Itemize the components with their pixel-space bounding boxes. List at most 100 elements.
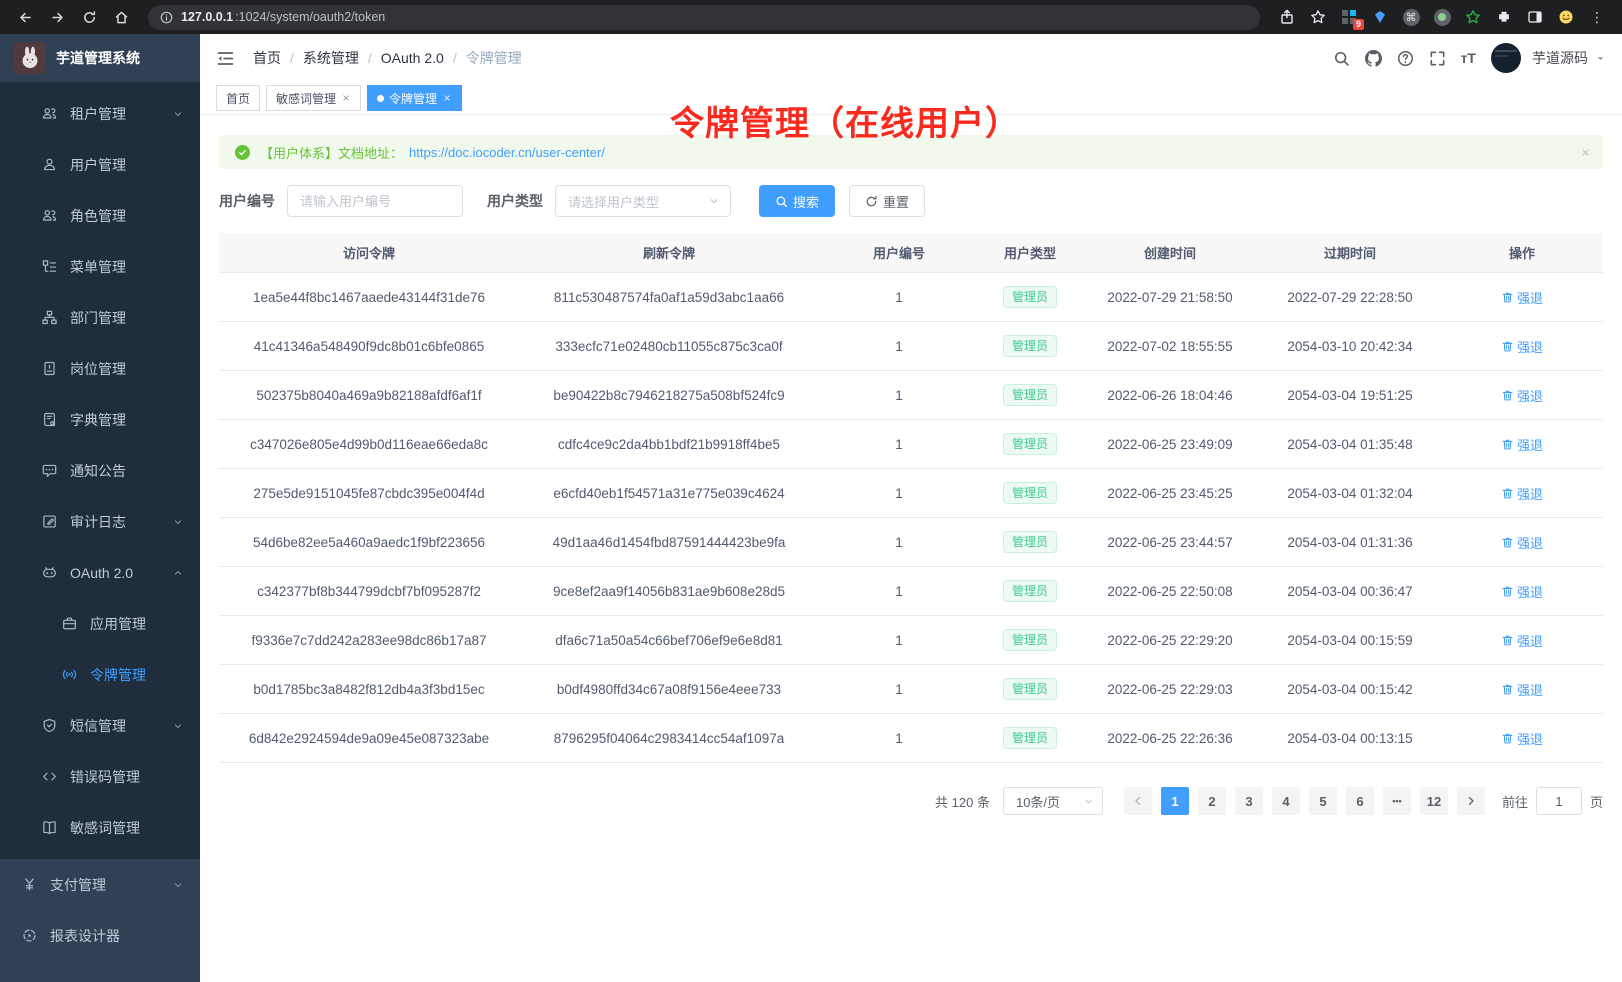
reset-button[interactable]: 重置 [849,185,925,217]
extension-badge: 9 [1353,19,1364,30]
goto-page-input[interactable] [1536,787,1582,815]
more-pages-button[interactable]: ••• [1383,787,1411,815]
share-icon[interactable] [1278,8,1296,26]
tab-敏感词管理[interactable]: 敏感词管理 [266,85,361,111]
table-row: f9336e7c7dd242a283ee98dc86b17a87dfa6c71a… [219,616,1603,665]
page-size-select[interactable]: 10条/页 [1003,787,1103,815]
created-at-cell: 2022-06-25 23:44:57 [1081,535,1259,550]
force-logout-button[interactable]: 强退 [1501,582,1543,601]
font-size-icon[interactable]: тT [1461,50,1476,66]
access-token-cell: b0d1785bc3a8482f812db4a3f3bd15ec [219,682,519,697]
github-icon[interactable] [1365,50,1382,67]
sidebar-item-oauth2-app[interactable]: 应用管理 [0,598,200,649]
page-button-6[interactable]: 6 [1346,787,1374,815]
extension-grid-icon[interactable]: 9 [1340,8,1358,26]
gem-extension-icon[interactable] [1371,8,1389,26]
sidebar-item-dept[interactable]: 部门管理 [0,292,200,343]
sidebar-item-notice[interactable]: 通知公告 [0,445,200,496]
page-button-4[interactable]: 4 [1272,787,1300,815]
site-info-icon[interactable] [160,11,173,24]
page-button-5[interactable]: 5 [1309,787,1337,815]
user-type-cell: 管理员 [979,482,1081,504]
sidebar-item-menu[interactable]: 菜单管理 [0,241,200,292]
force-logout-button[interactable]: 强退 [1501,533,1543,552]
active-tab-dot [377,95,384,102]
page-button-12[interactable]: 12 [1420,787,1448,815]
fullscreen-icon[interactable] [1429,50,1446,67]
sidebar-item-user[interactable]: 用户管理 [0,139,200,190]
browser-reload-button[interactable] [76,4,102,30]
sidebar-item-sensitive-word[interactable]: 敏感词管理 [0,802,200,853]
sidebar-item-post[interactable]: 岗位管理 [0,343,200,394]
refresh-token-cell: e6cfd40eb1f54571a31e775e039c4624 [519,486,819,501]
table-row: 502375b8040a469a9b82188afdf6af1fbe90422b… [219,371,1603,420]
chev-down-icon [172,879,184,891]
user-type-badge: 管理员 [1003,335,1057,357]
tab-close-icon[interactable] [341,93,351,103]
force-logout-button[interactable]: 强退 [1501,288,1543,307]
tab-close-icon[interactable] [442,93,452,103]
user-menu-caret-icon[interactable] [1595,53,1606,64]
yen-icon [22,877,37,892]
command-extension-icon[interactable]: ⌘ [1402,8,1420,26]
browser-menu-icon[interactable]: ⋮ [1588,8,1606,26]
force-logout-button[interactable]: 强退 [1501,386,1543,405]
browser-home-button[interactable] [108,4,134,30]
puzzle-extensions-icon[interactable] [1495,8,1513,26]
breadcrumb-item[interactable]: 首页 [253,48,281,68]
sidebar-item-pay[interactable]: 支付管理 [0,859,200,910]
page-button-2[interactable]: 2 [1198,787,1226,815]
sidebar-collapse-button[interactable] [216,49,235,68]
force-logout-button[interactable]: 强退 [1501,435,1543,454]
column-header: 过期时间 [1259,243,1441,262]
user-type-select[interactable]: 请选择用户类型 [555,185,731,217]
breadcrumb-item[interactable]: OAuth 2.0 [359,50,444,66]
force-logout-button[interactable]: 强退 [1501,729,1543,748]
user-type-cell: 管理员 [979,286,1081,308]
sidebar-item-label: 令牌管理 [90,665,146,685]
user-id-cell: 1 [819,388,979,403]
sidebar-item-report-designer[interactable]: 报表设计器 [0,910,200,961]
app-logo[interactable]: 芋道管理系统 [0,34,200,82]
bookmark-star-icon[interactable] [1309,8,1327,26]
search-button[interactable]: 搜索 [759,185,835,217]
browser-back-button[interactable] [12,4,38,30]
alert-close-icon[interactable] [1580,147,1591,158]
browser-forward-button[interactable] [44,4,70,30]
force-logout-button[interactable]: 强退 [1501,631,1543,650]
force-logout-button[interactable]: 强退 [1501,484,1543,503]
expires-at-cell: 2054-03-04 00:13:15 [1259,731,1441,746]
address-bar[interactable]: 127.0.0.1 :1024/system/oauth2/token [148,5,1260,30]
profile-avatar-icon[interactable] [1557,8,1575,26]
force-logout-button[interactable]: 强退 [1501,680,1543,699]
side-panel-icon[interactable] [1526,8,1544,26]
sidebar-item-sms[interactable]: 短信管理 [0,700,200,751]
sidebar-item-dict[interactable]: 字典管理 [0,394,200,445]
sidebar-item-audit-log[interactable]: 审计日志 [0,496,200,547]
sidebar-item-role[interactable]: 角色管理 [0,190,200,241]
breadcrumb-item[interactable]: 系统管理 [281,48,359,68]
access-token-cell: 6d842e2924594de9a09e45e087323abe [219,731,519,746]
page-button-1[interactable]: 1 [1161,787,1189,815]
user-id-input[interactable] [287,185,463,217]
tab-label: 令牌管理 [389,90,437,107]
star-extension-icon[interactable] [1464,8,1482,26]
page-button-3[interactable]: 3 [1235,787,1263,815]
next-page-button[interactable] [1457,787,1485,815]
pagination-total: 共 120 条 [935,792,990,811]
recorder-extension-icon[interactable] [1433,8,1451,26]
tab-首页[interactable]: 首页 [216,85,260,111]
search-icon[interactable] [1333,50,1350,67]
prev-page-button[interactable] [1124,787,1152,815]
user-avatar[interactable] [1491,43,1521,73]
tab-令牌管理[interactable]: 令牌管理 [367,85,462,111]
help-icon[interactable] [1397,50,1414,67]
user-type-cell: 管理员 [979,727,1081,749]
sidebar-item-tenant[interactable]: 租户管理 [0,88,200,139]
username[interactable]: 芋道源码 [1532,48,1588,68]
sidebar-item-error-code[interactable]: 错误码管理 [0,751,200,802]
force-logout-button[interactable]: 强退 [1501,337,1543,356]
alert-doc-link[interactable]: https://doc.iocoder.cn/user-center/ [409,145,605,160]
sidebar-item-oauth2-token[interactable]: 令牌管理 [0,649,200,700]
sidebar-item-oauth2[interactable]: OAuth 2.0 [0,547,200,598]
